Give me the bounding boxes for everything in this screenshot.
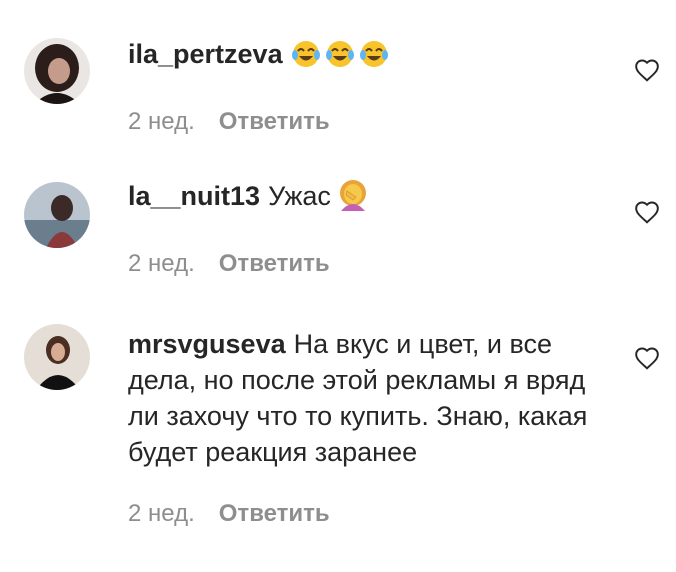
comment-username[interactable]: ila_pertzeva (128, 39, 283, 69)
comment-text: la__nuit13 Ужас (128, 178, 598, 220)
avatar[interactable] (24, 38, 90, 104)
comment-meta: 2 нед. Ответить (128, 108, 598, 136)
avatar[interactable] (24, 182, 90, 248)
heart-outline-icon[interactable] (634, 200, 660, 224)
comment-body: Ужас (268, 181, 331, 211)
comment-timestamp: 2 нед. (128, 500, 195, 527)
heart-outline-icon[interactable] (634, 346, 660, 370)
comment-text: mrsvguseva На вкус и цвет, и все дела, но… (128, 326, 598, 470)
avatar[interactable] (24, 324, 90, 390)
comment-username[interactable]: mrsvguseva (128, 329, 286, 359)
comment-username[interactable]: la__nuit13 (128, 181, 260, 211)
comment-text: ila_pertzeva (128, 36, 598, 78)
face-with-tears-of-joy-emoji (325, 39, 355, 78)
reply-button[interactable]: Ответить (219, 108, 330, 135)
woman-facepalming-emoji (338, 179, 368, 220)
comment-timestamp: 2 нед. (128, 250, 195, 277)
face-with-tears-of-joy-emoji (359, 39, 389, 78)
reply-button[interactable]: Ответить (219, 500, 330, 527)
reply-button[interactable]: Ответить (219, 250, 330, 277)
comment-meta: 2 нед. Ответить (128, 250, 598, 278)
comment-meta: 2 нед. Ответить (128, 500, 598, 528)
comment-timestamp: 2 нед. (128, 108, 195, 135)
face-with-tears-of-joy-emoji (291, 39, 321, 78)
heart-outline-icon[interactable] (634, 58, 660, 82)
